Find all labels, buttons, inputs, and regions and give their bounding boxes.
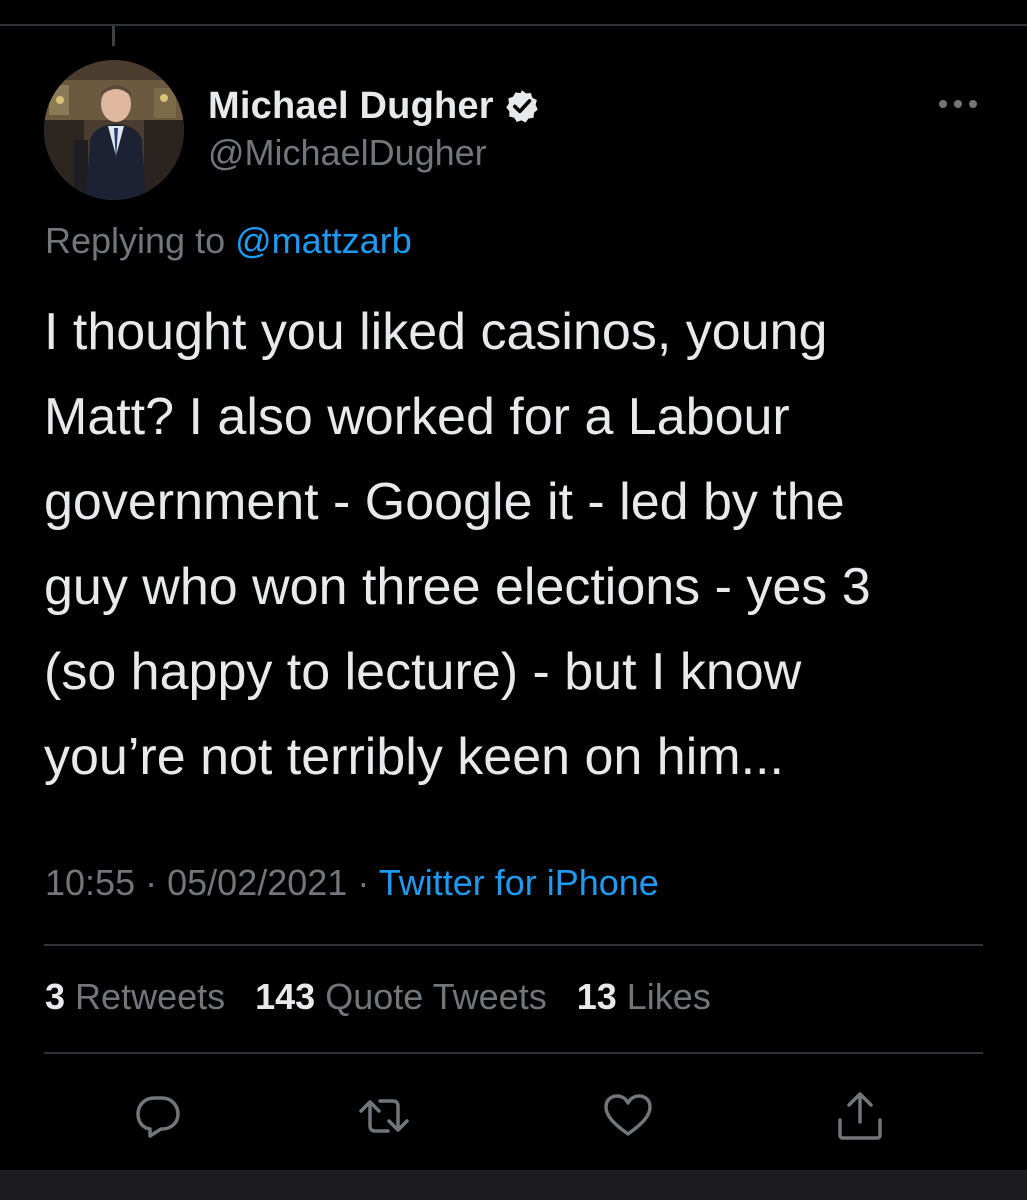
likes-label: Likes (626, 976, 711, 1017)
quote-tweets-stat[interactable]: 143 Quote Tweets (255, 976, 547, 1017)
stats-bottom-divider (44, 1052, 983, 1054)
avatar[interactable] (44, 60, 184, 200)
stats-top-divider (44, 944, 983, 946)
avatar-photo (44, 60, 184, 200)
tweet-text: I thought you liked casinos, young Matt?… (44, 303, 871, 786)
like-icon[interactable] (600, 1088, 656, 1144)
share-icon[interactable] (832, 1088, 888, 1144)
engagement-stats: 3 Retweets 143 Quote Tweets 13 Likes (45, 976, 731, 1018)
replying-to-label: Replying to (45, 220, 226, 261)
author-name-row[interactable]: Michael Dugher (208, 80, 540, 132)
meta-separator: · (357, 862, 370, 903)
replying-to: Replying to @mattzarb (45, 220, 412, 262)
reply-icon[interactable] (130, 1088, 186, 1144)
quote-tweets-label: Quote Tweets (325, 976, 547, 1017)
bottom-bar (0, 1170, 1027, 1200)
tweet-date[interactable]: 05/02/2021 (167, 862, 347, 903)
likes-count: 13 (576, 976, 617, 1017)
retweet-icon[interactable] (356, 1088, 412, 1144)
retweets-count: 3 (45, 976, 66, 1017)
quote-tweets-count: 143 (255, 976, 316, 1017)
more-options-icon[interactable] (934, 92, 982, 116)
top-divider (0, 24, 1027, 26)
author-handle[interactable]: @MichaelDugher (208, 132, 487, 174)
retweets-stat[interactable]: 3 Retweets (45, 976, 225, 1017)
tweet-time[interactable]: 10:55 (45, 862, 135, 903)
tweet-source-link[interactable]: Twitter for iPhone (379, 862, 659, 903)
verified-badge-icon (506, 90, 538, 123)
replying-to-mention-link[interactable]: @mattzarb (235, 220, 412, 261)
author-display-name[interactable]: Michael Dugher (208, 85, 494, 128)
tweet-metadata: 10:55 · 05/02/2021 · Twitter for iPhone (45, 862, 659, 904)
retweets-label: Retweets (75, 976, 226, 1017)
likes-stat[interactable]: 13 Likes (577, 976, 711, 1017)
thread-connector-line (112, 26, 115, 46)
meta-separator: · (145, 862, 158, 903)
